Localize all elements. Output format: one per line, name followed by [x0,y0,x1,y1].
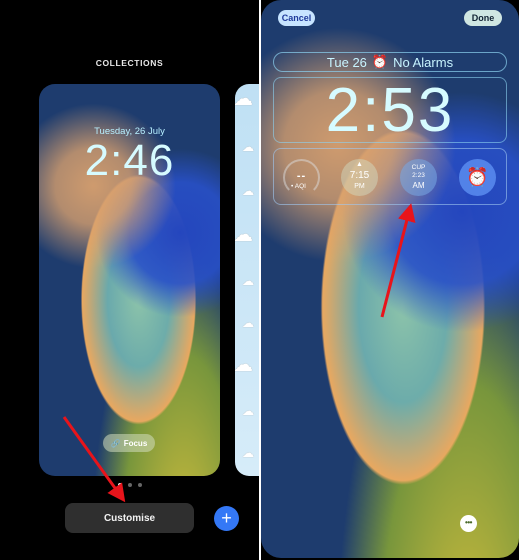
world-clock-widget[interactable]: CUP 2:23 AM [400,159,437,196]
world-clock-ampm: AM [412,181,425,190]
customise-button[interactable]: Customise [65,503,194,533]
cloud-icon: ☁ [242,184,254,198]
sunset-ampm: PM [354,183,365,190]
cloud-icon: ☁ [242,140,254,154]
cancel-button[interactable]: Cancel [278,10,315,26]
alarm-text: No Alarms [393,54,454,70]
date-widget-slot[interactable]: Tue 26 ⏰ No Alarms [273,52,507,72]
more-options-button[interactable]: ••• [460,515,477,532]
world-clock-time: 2:23 [412,172,425,179]
aqi-value: -- [296,170,307,182]
aqi-widget[interactable]: -- • AQI [283,159,320,196]
world-clock-city: CUP [411,164,426,171]
done-button[interactable]: Done [464,10,502,26]
cloud-icon: ☁ [242,274,254,288]
wallpaper-card[interactable]: Tuesday, 26 July 2:46 🔗 Focus [39,84,220,476]
page-indicator[interactable] [0,483,259,487]
alarm-clock-icon: ⏰ [371,54,389,69]
alarm-clock-icon: ⏰ [466,167,489,187]
cloud-icon: ☁ [242,316,254,330]
page-dot[interactable] [137,483,142,487]
page-dot[interactable] [117,483,122,487]
focus-button[interactable]: 🔗 Focus [103,434,155,452]
cloud-icon: ☁ [235,88,253,110]
clock-slot[interactable]: 2:53 [273,77,507,144]
cloud-icon: ☁ [235,354,253,376]
alarm-widget[interactable]: ⏰ [459,159,496,196]
sunset-time: 7:15 [349,170,370,181]
page-dot[interactable] [127,483,132,487]
lock-screen-gallery: COLLECTIONS Tuesday, 26 July 2:46 🔗 Focu… [0,0,259,560]
focus-label: Focus [123,438,148,448]
date-text: Tue 26 [326,54,367,70]
link-icon: 🔗 [110,438,121,448]
customise-lock-screen: Cancel Done Tue 26 ⏰ No Alarms 2:53 -- •… [261,0,519,560]
aqi-label: AQI [294,183,306,190]
sunset-icon: ▲ [356,161,363,168]
add-wallpaper-button[interactable]: + [214,506,239,531]
cloud-icon: ☁ [242,404,254,418]
lock-time: 2:46 [84,136,175,185]
collections-title: COLLECTIONS [95,58,164,68]
cloud-icon: ☁ [235,224,253,246]
widgets-slot[interactable]: -- • AQI ▲ 7:15 PM CUP 2:23 AM ⏰ [273,148,507,205]
weather-wallpaper-card[interactable]: ☁ ☁ ☁ ☁ ☁ ☁ ☁ ☁ ☁ [235,84,259,476]
sunset-widget[interactable]: ▲ 7:15 PM [341,159,378,196]
cloud-icon: ☁ [242,446,254,460]
